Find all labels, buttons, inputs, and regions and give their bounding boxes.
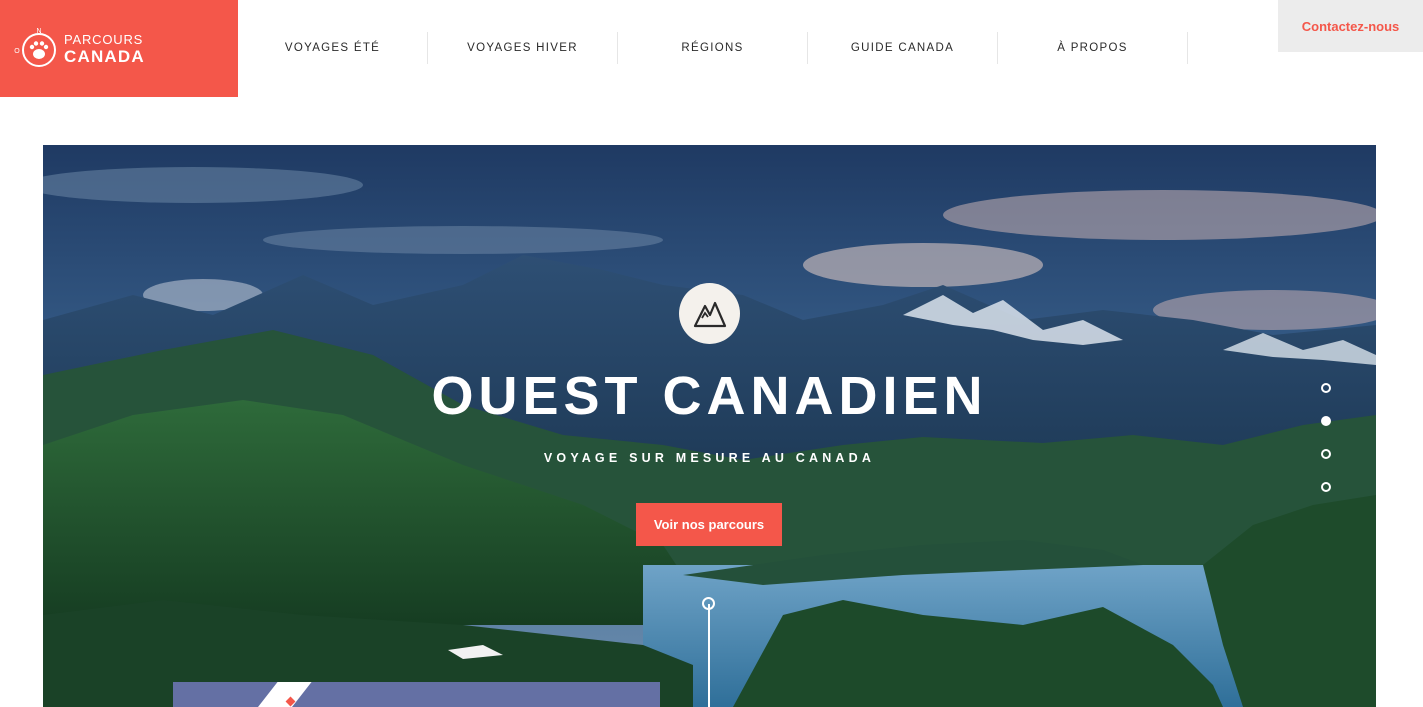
svg-text:O: O: [14, 48, 20, 55]
logo-text-parcours: PARCOURS: [64, 31, 144, 47]
nav-item-voyages-hiver[interactable]: VOYAGES HIVER: [428, 32, 618, 64]
nav-item-a-propos[interactable]: À PROPOS: [998, 32, 1188, 64]
slide-dot-1[interactable]: [1321, 383, 1331, 393]
slide-dot-4[interactable]: [1321, 482, 1331, 492]
logo-text-canada: CANADA: [64, 46, 145, 66]
nav-item-regions[interactable]: RÉGIONS: [618, 32, 808, 64]
svg-text:N: N: [36, 28, 41, 35]
mountain-badge: [679, 283, 740, 344]
slide-dot-2[interactable]: [1321, 416, 1331, 426]
paw-compass-icon: N O: [14, 28, 56, 67]
main-nav: VOYAGES ÉTÉ VOYAGES HIVER RÉGIONS GUIDE …: [238, 32, 1188, 64]
hero-subtitle: VOYAGE SUR MESURE AU CANADA: [543, 451, 876, 465]
hero-banner: OUEST CANADIEN VOYAGE SUR MESURE AU CANA…: [43, 145, 1376, 707]
nav-item-guide-canada[interactable]: GUIDE CANADA: [808, 32, 998, 64]
logo[interactable]: N O PARCOURS CANADA: [0, 0, 238, 97]
scroll-indicator-icon[interactable]: [702, 597, 715, 610]
voir-nos-parcours-button[interactable]: Voir nos parcours: [636, 503, 782, 546]
hero-title: OUEST CANADIEN: [431, 366, 988, 426]
contact-button[interactable]: Contactez-nous: [1278, 0, 1423, 52]
mountain-icon: [693, 301, 726, 327]
card-ribbon: [230, 682, 320, 707]
slide-dots: [1321, 383, 1331, 515]
slide-dot-3[interactable]: [1321, 449, 1331, 459]
featured-card[interactable]: [173, 682, 660, 707]
nav-item-voyages-ete[interactable]: VOYAGES ÉTÉ: [238, 32, 428, 64]
scroll-indicator-line: [708, 604, 710, 707]
